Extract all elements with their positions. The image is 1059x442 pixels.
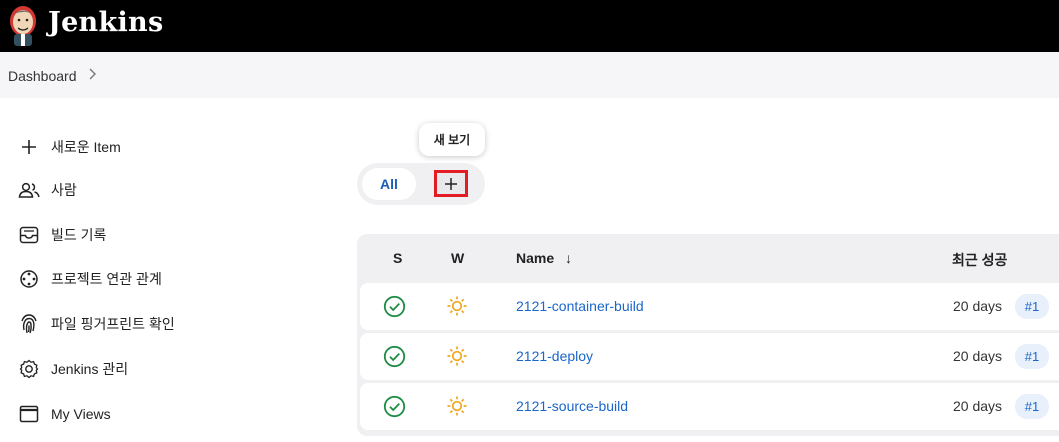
success-status-icon[interactable] xyxy=(383,295,406,318)
sort-down-icon[interactable]: ↓ xyxy=(565,250,572,266)
sidebar-item-label: 사람 xyxy=(51,182,77,198)
sidebar-item-label: 프로젝트 연관 관계 xyxy=(51,271,162,287)
sidebar-item-new-item[interactable]: 새로운 Item xyxy=(18,134,121,160)
job-link[interactable]: 2121-deploy xyxy=(516,348,593,364)
sidebar-item-label: 새로운 Item xyxy=(51,139,121,155)
breadcrumb-dashboard[interactable]: Dashboard xyxy=(8,68,77,84)
new-view-button[interactable] xyxy=(434,170,468,197)
gear-icon xyxy=(18,358,40,380)
last-success-time: 20 days xyxy=(953,298,1003,314)
top-header: Jenkins xyxy=(0,0,1059,52)
table-row: 2121-source-build 20 days #1 xyxy=(360,383,1059,430)
build-number-badge[interactable]: #1 xyxy=(1015,394,1049,419)
plus-icon xyxy=(18,136,40,158)
sidebar-item-my-views[interactable]: My Views xyxy=(18,401,111,427)
fingerprint-icon xyxy=(18,313,40,335)
sunny-weather-icon[interactable] xyxy=(446,395,468,417)
breadcrumb: Dashboard xyxy=(0,52,1059,98)
sunny-weather-icon[interactable] xyxy=(446,295,468,317)
column-header-last-success[interactable]: 최근 성공 xyxy=(952,250,1007,270)
sidebar-item-fingerprint[interactable]: 파일 핑거프린트 확인 xyxy=(18,311,175,337)
sidebar-item-label: My Views xyxy=(51,406,111,422)
build-number-badge[interactable]: #1 xyxy=(1015,294,1049,319)
chevron-right-icon[interactable] xyxy=(88,66,98,82)
people-icon xyxy=(18,179,40,201)
table-row: 2121-deploy 20 days #1 xyxy=(360,333,1059,380)
brand-title[interactable]: Jenkins xyxy=(48,7,163,38)
jenkins-logo-icon[interactable] xyxy=(5,4,41,48)
relationship-icon xyxy=(18,268,40,290)
inbox-icon xyxy=(18,224,40,246)
projects-table: S W Name ↓ 최근 성공 2121-container-build 20… xyxy=(357,234,1059,436)
sidebar-item-manage-jenkins[interactable]: Jenkins 관리 xyxy=(18,356,128,382)
sidebar-item-project-relationship[interactable]: 프로젝트 연관 관계 xyxy=(18,266,162,292)
success-status-icon[interactable] xyxy=(383,395,406,418)
sidebar-item-label: 파일 핑거프린트 확인 xyxy=(51,316,175,332)
column-header-name[interactable]: Name xyxy=(516,250,554,266)
sunny-weather-icon[interactable] xyxy=(446,345,468,367)
column-header-weather[interactable]: W xyxy=(451,250,464,266)
job-link[interactable]: 2121-source-build xyxy=(516,398,628,414)
column-header-status[interactable]: S xyxy=(393,250,402,266)
tab-all[interactable]: All xyxy=(362,168,416,200)
new-view-tooltip: 새 보기 xyxy=(419,123,485,156)
last-success-time: 20 days xyxy=(953,348,1003,364)
window-icon xyxy=(18,403,40,425)
plus-icon xyxy=(445,177,457,190)
build-number-badge[interactable]: #1 xyxy=(1015,344,1049,369)
sidebar-item-people[interactable]: 사람 xyxy=(18,177,77,203)
view-tabs: All xyxy=(357,163,485,205)
sidebar-item-label: Jenkins 관리 xyxy=(51,361,129,377)
table-row: 2121-container-build 20 days #1 xyxy=(360,283,1059,330)
success-status-icon[interactable] xyxy=(383,345,406,368)
sidebar-item-build-history[interactable]: 빌드 기록 xyxy=(18,222,106,248)
last-success-time: 20 days xyxy=(953,398,1003,414)
sidebar-item-label: 빌드 기록 xyxy=(51,227,107,243)
job-link[interactable]: 2121-container-build xyxy=(516,298,644,314)
